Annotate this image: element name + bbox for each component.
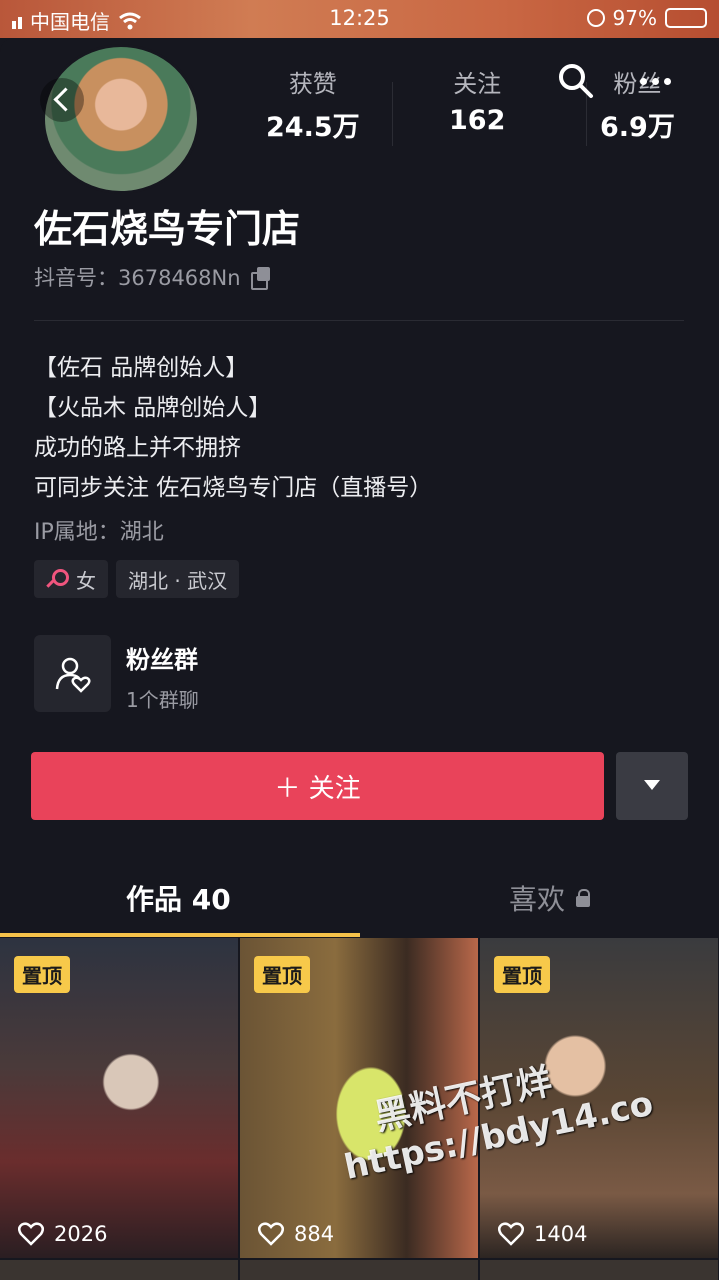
female-icon	[46, 569, 69, 589]
tab-works[interactable]: 作品 40	[126, 878, 231, 918]
video-likes: 1404	[498, 1222, 587, 1246]
video-likes-count: 2026	[54, 1222, 108, 1246]
copy-icon[interactable]	[250, 267, 271, 290]
bio-line: 【佐石 品牌创始人】	[34, 355, 249, 381]
heart-icon	[258, 1222, 284, 1246]
bio: 【佐石 品牌创始人】 【火品木 品牌创始人】 成功的路上并不拥挤 可同步关注 佐…	[34, 348, 432, 508]
video-likes-count: 1404	[534, 1222, 588, 1246]
stat-likes-value: 24.5万	[266, 112, 360, 143]
battery-percent: 97%	[612, 6, 657, 30]
bio-line: 成功的路上并不拥挤	[34, 435, 241, 461]
profile-tags: 女 湖北 · 武汉	[34, 560, 240, 598]
stat-following-label: 关注	[453, 70, 502, 98]
stat-likes-label: 获赞	[288, 70, 337, 98]
video-thumbnail[interactable]	[240, 1260, 478, 1280]
gender-text: 女	[76, 568, 96, 593]
fan-group-button[interactable]	[34, 635, 111, 712]
douyin-id: 抖音号：3678468Nn	[34, 262, 271, 292]
heart-icon	[18, 1222, 44, 1246]
stat-divider	[392, 82, 393, 146]
location-tag: 湖北 · 武汉	[116, 560, 240, 598]
gender-tag: 女	[34, 560, 108, 598]
bio-line: 可同步关注 佐石烧鸟专门店（直播号）	[34, 475, 433, 501]
location-text: 湖北 · 武汉	[128, 568, 228, 593]
fan-group-title[interactable]: 粉丝群	[126, 640, 198, 675]
search-icon[interactable]	[557, 62, 595, 100]
stat-following-value: 162	[449, 105, 506, 136]
video-thumbnail[interactable]	[480, 1260, 718, 1280]
douyin-id-text: 抖音号：3678468Nn	[34, 266, 241, 290]
bio-line: 【火品木 品牌创始人】	[34, 395, 272, 421]
heart-icon	[498, 1222, 524, 1246]
dropdown-button[interactable]	[616, 752, 688, 820]
video-likes: 884	[258, 1222, 334, 1246]
profile-panel: 获赞 24.5万 关注 162 粉丝 6.9万 佐石烧鸟专门店 抖音号：3678…	[0, 38, 719, 1280]
video-likes: 2026	[18, 1222, 107, 1246]
divider	[34, 320, 684, 321]
stat-following[interactable]: 关注 162	[449, 64, 505, 136]
pinned-badge: 置顶	[494, 956, 550, 993]
video-likes-count: 884	[294, 1222, 335, 1246]
fan-group-icon	[55, 657, 91, 693]
fan-group-subtitle: 1个群聊	[126, 688, 199, 712]
more-icon[interactable]	[640, 78, 671, 85]
battery-icon	[665, 8, 707, 28]
pinned-badge: 置顶	[254, 956, 310, 993]
tab-likes[interactable]: 喜欢	[509, 878, 591, 918]
follow-button[interactable]: ＋ 关注	[31, 752, 604, 820]
status-right: 97%	[586, 6, 707, 30]
pinned-badge: 置顶	[14, 956, 70, 993]
stat-likes[interactable]: 获赞 24.5万	[266, 64, 360, 144]
video-thumbnail[interactable]	[0, 1260, 238, 1280]
tab-likes-label: 喜欢	[509, 883, 566, 916]
ip-location: IP属地：湖北	[34, 520, 164, 545]
rotation-lock-icon	[586, 9, 605, 27]
tab-indicator	[0, 933, 360, 937]
status-bar: 中国电信 12:25 97%	[0, 0, 719, 38]
video-thumbnail[interactable]: 置顶 2026	[0, 938, 238, 1258]
lock-icon	[575, 889, 591, 907]
stat-fans-value: 6.9万	[600, 112, 675, 143]
profile-name: 佐石烧鸟专门店	[34, 207, 301, 251]
back-button[interactable]	[40, 78, 84, 122]
stat-fans[interactable]: 粉丝 6.9万	[600, 64, 675, 144]
